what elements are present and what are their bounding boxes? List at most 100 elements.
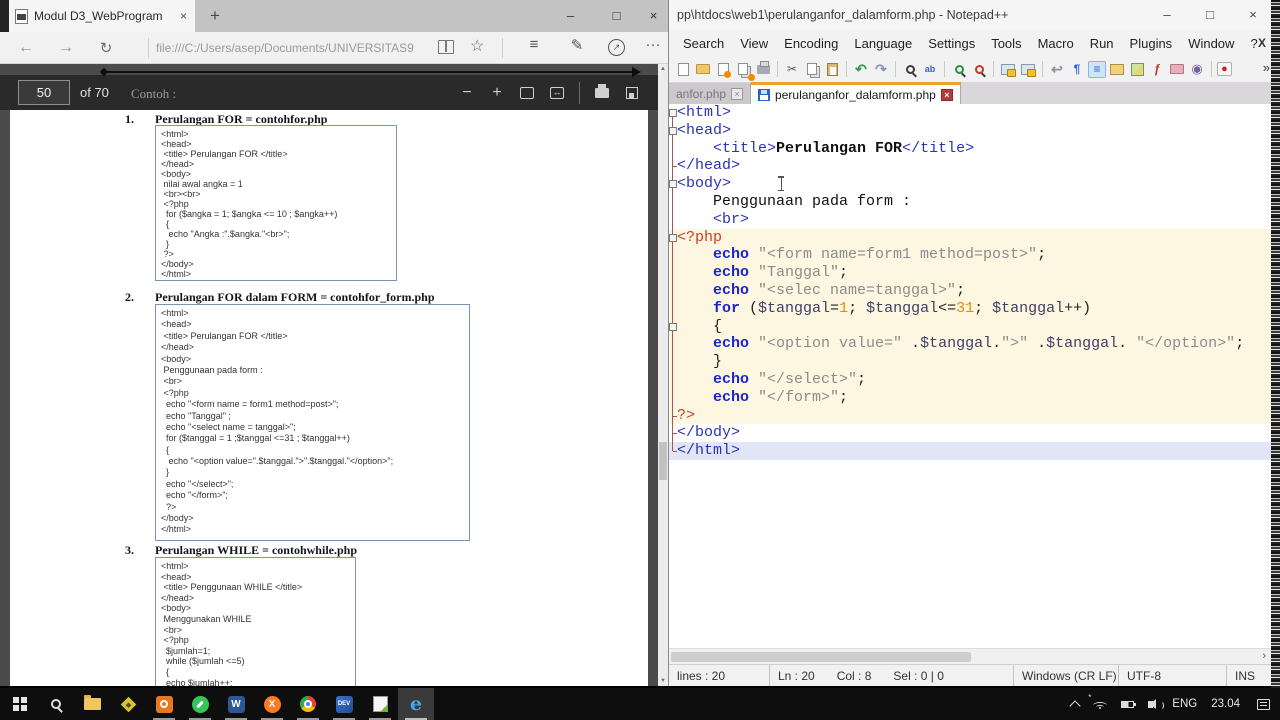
taskbar-word-icon[interactable]: W — [218, 688, 254, 720]
code-line-10[interactable]: echo "Tanggal"; — [669, 264, 1280, 282]
more-icon[interactable]: ··· — [638, 36, 668, 53]
sync-scroll-v-icon[interactable] — [999, 61, 1017, 78]
menu-run[interactable]: Run — [1082, 36, 1122, 51]
menu-search[interactable]: Search — [675, 36, 732, 51]
url-field[interactable]: file:///C:/Users/asep/Documents/UNIVERSI… — [156, 35, 456, 61]
file-browser-icon[interactable] — [1128, 61, 1146, 78]
volume-icon[interactable] — [1148, 698, 1165, 710]
minimize-button[interactable]: – — [550, 0, 591, 32]
close-button[interactable]: × — [1236, 0, 1270, 30]
back-icon[interactable]: ← — [6, 39, 46, 57]
forward-icon[interactable]: → — [46, 39, 86, 57]
maximize-button[interactable]: □ — [596, 0, 637, 32]
function-list-icon[interactable]: ƒ — [1148, 61, 1166, 78]
wifi-icon[interactable]: * — [1088, 693, 1108, 709]
taskbar-notepad-plus-plus-icon[interactable] — [362, 688, 398, 720]
scrollbar-thumb[interactable] — [659, 442, 667, 480]
favorites-star-icon[interactable]: ☆ — [470, 36, 484, 56]
show-all-chars-icon[interactable]: ¶ — [1068, 61, 1086, 78]
pdf-fit-width-icon[interactable]: ↔ — [549, 86, 565, 99]
menu-tools[interactable]: Tools — [983, 36, 1029, 51]
document-tab[interactable]: perulanganfor_dalamform.php × — [751, 82, 961, 104]
menu-macro[interactable]: Macro — [1030, 36, 1082, 51]
code-line-12[interactable]: for ($tanggal = 1; $tanggal <= 31; $tanggal +… — [669, 299, 1280, 318]
minimize-button[interactable]: – — [1150, 0, 1184, 30]
taskbar-whatsapp-icon[interactable] — [182, 688, 218, 720]
refresh-icon[interactable]: ↻ — [86, 39, 126, 57]
code-line-7[interactable]: <br> — [669, 210, 1280, 229]
replace-icon[interactable]: ab — [921, 61, 939, 78]
zoom-in-icon[interactable] — [950, 61, 968, 78]
new-tab-button[interactable]: + — [203, 4, 227, 28]
web-note-icon[interactable]: ✎ — [562, 36, 592, 54]
print-icon[interactable] — [754, 60, 772, 78]
code-line-16[interactable]: echo "</select>"; — [669, 370, 1280, 389]
toolbar-overflow-icon[interactable]: » — [1263, 56, 1270, 82]
save-all-icon[interactable] — [734, 61, 752, 78]
taskbar-search-icon[interactable] — [38, 688, 74, 720]
scroll-down-icon[interactable]: ▼ — [658, 676, 668, 686]
share-icon[interactable]: ↗ — [608, 39, 625, 56]
pdf-zoom-in-icon[interactable]: + — [489, 84, 505, 102]
taskbar-file-explorer-icon[interactable] — [74, 688, 110, 720]
battery-icon[interactable] — [1121, 700, 1137, 708]
menu-encoding[interactable]: Encoding — [776, 36, 846, 51]
code-line-13[interactable]: { — [669, 317, 1280, 336]
paste-icon[interactable] — [823, 61, 841, 78]
fold-marker-icon[interactable] — [669, 121, 677, 140]
new-file-icon[interactable] — [674, 61, 692, 78]
tab-close-icon[interactable]: × — [940, 88, 953, 101]
code-line-1[interactable]: <html> — [669, 104, 1280, 122]
status-eol[interactable]: Windows (CR LF) — [1013, 665, 1118, 686]
menu-view[interactable]: View — [732, 36, 776, 51]
record-macro-icon[interactable]: ● — [1217, 62, 1232, 76]
pdf-fit-page-icon[interactable] — [519, 86, 535, 99]
horizontal-scrollbar[interactable]: › — [669, 648, 1280, 664]
fold-marker-icon[interactable] — [669, 104, 677, 122]
code-line-6[interactable]: Penggunaan pada form : — [669, 192, 1280, 211]
clock[interactable]: 23.04 — [1211, 698, 1240, 710]
pdf-zoom-out-icon[interactable]: − — [459, 84, 475, 102]
taskbar-screen-recorder-icon[interactable] — [146, 688, 182, 720]
code-line-18[interactable]: ?> — [669, 406, 1280, 425]
action-center-icon[interactable] — [1257, 698, 1270, 710]
taskbar-chrome-icon[interactable] — [290, 688, 326, 720]
hub-icon[interactable]: ≡ — [519, 36, 549, 53]
code-editor[interactable]: <html> <head> <title> Perulangan FOR </titl… — [669, 104, 1280, 648]
word-wrap-icon[interactable]: ↩ — [1048, 61, 1066, 78]
code-line-5[interactable]: <body> — [669, 175, 1280, 193]
taskbar-start-icon[interactable] — [2, 688, 38, 720]
browser-tab[interactable]: Modul D3_WebProgram × — [9, 0, 195, 32]
code-line-2[interactable]: <head> — [669, 121, 1280, 140]
fold-marker-icon[interactable] — [669, 228, 677, 247]
taskbar-smadav-icon[interactable] — [110, 688, 146, 720]
code-line-14[interactable]: echo "<option value=" . $tanggal. ">" . $ta… — [669, 335, 1280, 354]
open-file-icon[interactable] — [694, 61, 712, 78]
page-number-input[interactable]: 50 — [18, 80, 70, 105]
taskbar-dev-cpp-icon[interactable]: DEV — [326, 688, 362, 720]
scroll-right-icon[interactable]: › — [1262, 649, 1266, 664]
cut-icon[interactable]: ✂ — [783, 61, 801, 78]
redo-icon[interactable]: ↷ — [872, 61, 890, 78]
menu-window[interactable]: Window — [1180, 36, 1242, 51]
taskbar-xampp-icon[interactable]: X — [254, 688, 290, 720]
code-line-9[interactable]: echo "<form name=form1 method=post>"; — [669, 246, 1280, 265]
code-line-11[interactable]: echo "<selec name=tanggal>"; — [669, 281, 1280, 300]
undo-icon[interactable]: ↶ — [852, 61, 870, 78]
menu-settings[interactable]: Settings — [920, 36, 983, 51]
tray-expand-icon[interactable] — [1069, 699, 1081, 712]
code-line-20[interactable]: </html> — [669, 442, 1280, 460]
copy-icon[interactable] — [803, 61, 821, 78]
browser-scrollbar[interactable]: ▲ ▼ — [658, 64, 668, 686]
maximize-button[interactable]: □ — [1193, 0, 1227, 30]
save-icon[interactable] — [714, 61, 732, 78]
doc-monitor-icon[interactable]: ◉ — [1188, 61, 1206, 78]
indent-guide-icon[interactable]: ≡ — [1088, 60, 1106, 78]
language-indicator[interactable]: ENG — [1172, 698, 1197, 710]
sync-scroll-h-icon[interactable] — [1019, 61, 1037, 78]
tab-close-icon[interactable]: × — [731, 87, 744, 100]
reading-view-icon[interactable] — [438, 40, 454, 54]
doc-map-icon[interactable] — [1108, 61, 1126, 78]
find-icon[interactable] — [901, 61, 919, 78]
fold-marker-icon[interactable] — [669, 317, 677, 336]
